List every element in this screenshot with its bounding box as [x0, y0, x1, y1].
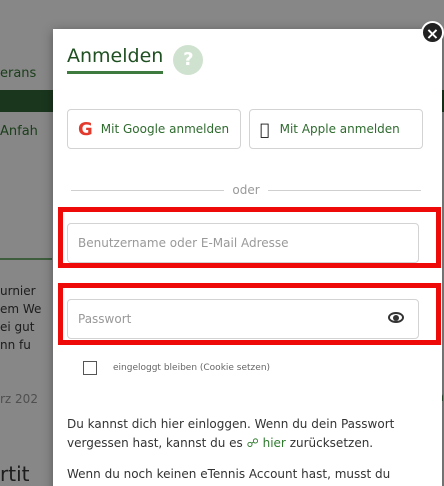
- reset-password-link[interactable]: hier: [263, 436, 286, 450]
- apple-logo-icon: : [260, 120, 270, 139]
- remember-me-checkbox[interactable]: [83, 361, 97, 375]
- google-login-button[interactable]: G Mit Google anmelden: [67, 109, 241, 149]
- password-field[interactable]: Passwort: [67, 299, 419, 339]
- social-login-row: G Mit Google anmelden  Mit Apple anmeld…: [67, 109, 423, 149]
- remember-me-label[interactable]: eingeloggt bleiben (Cookie setzen): [113, 363, 270, 373]
- username-placeholder: Benutzername oder E-Mail Adresse: [78, 236, 289, 250]
- question-mark-icon[interactable]: ?: [173, 45, 204, 75]
- or-divider: oder: [71, 183, 421, 197]
- divider-label: oder: [232, 183, 260, 197]
- eye-icon[interactable]: [388, 312, 404, 323]
- dialog-header: Anmelden ?: [67, 43, 204, 75]
- info-text: Du kannst dich hier einloggen. Wenn du d…: [67, 415, 422, 486]
- dialog-title: Anmelden: [67, 45, 164, 74]
- apple-login-label: Mit Apple anmelden: [270, 122, 400, 136]
- divider-line: [71, 189, 225, 191]
- username-field[interactable]: Benutzername oder E-Mail Adresse: [67, 223, 419, 263]
- password-reset-paragraph: Du kannst dich hier einloggen. Wenn du d…: [67, 415, 422, 453]
- info-text-part: zurücksetzen.: [285, 436, 374, 450]
- link-icon: ☍: [246, 436, 259, 450]
- divider-line: [267, 189, 421, 191]
- close-button[interactable]: ×: [421, 21, 444, 44]
- remember-me: eingeloggt bleiben (Cookie setzen): [83, 361, 270, 375]
- google-logo-icon: G: [78, 118, 93, 140]
- login-dialog: Anmelden ? G Mit Google anmelden  Mit A…: [53, 29, 442, 486]
- apple-login-button[interactable]:  Mit Apple anmelden: [249, 109, 423, 149]
- close-icon: ×: [425, 24, 440, 43]
- password-placeholder: Passwort: [78, 312, 132, 326]
- register-paragraph: Wenn du noch keinen eTennis Account hast…: [67, 467, 391, 481]
- google-login-label: Mit Google anmelden: [100, 122, 230, 136]
